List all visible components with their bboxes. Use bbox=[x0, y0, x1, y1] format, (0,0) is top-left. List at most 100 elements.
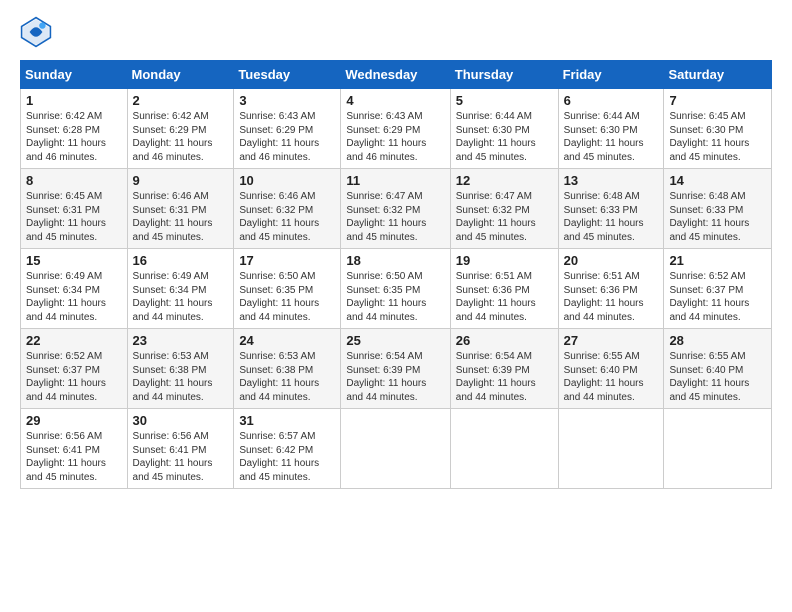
day-detail: Sunrise: 6:42 AMSunset: 6:29 PMDaylight:… bbox=[133, 111, 213, 163]
calendar-cell: 3 Sunrise: 6:43 AMSunset: 6:29 PMDayligh… bbox=[234, 89, 341, 169]
day-number: 26 bbox=[456, 333, 553, 348]
day-detail: Sunrise: 6:49 AMSunset: 6:34 PMDaylight:… bbox=[133, 271, 213, 323]
day-number: 1 bbox=[26, 93, 122, 108]
calendar-cell: 30 Sunrise: 6:56 AMSunset: 6:41 PMDaylig… bbox=[127, 409, 234, 489]
day-number: 15 bbox=[26, 253, 122, 268]
week-row-5: 29 Sunrise: 6:56 AMSunset: 6:41 PMDaylig… bbox=[21, 409, 772, 489]
day-detail: Sunrise: 6:46 AMSunset: 6:32 PMDaylight:… bbox=[239, 191, 319, 243]
day-number: 9 bbox=[133, 173, 229, 188]
day-number: 23 bbox=[133, 333, 229, 348]
day-detail: Sunrise: 6:43 AMSunset: 6:29 PMDaylight:… bbox=[346, 111, 426, 163]
calendar-cell: 10 Sunrise: 6:46 AMSunset: 6:32 PMDaylig… bbox=[234, 169, 341, 249]
day-detail: Sunrise: 6:48 AMSunset: 6:33 PMDaylight:… bbox=[669, 191, 749, 243]
day-detail: Sunrise: 6:52 AMSunset: 6:37 PMDaylight:… bbox=[26, 351, 106, 403]
calendar-cell: 5 Sunrise: 6:44 AMSunset: 6:30 PMDayligh… bbox=[450, 89, 558, 169]
calendar-cell: 16 Sunrise: 6:49 AMSunset: 6:34 PMDaylig… bbox=[127, 249, 234, 329]
day-number: 13 bbox=[564, 173, 659, 188]
calendar-cell: 31 Sunrise: 6:57 AMSunset: 6:42 PMDaylig… bbox=[234, 409, 341, 489]
day-number: 19 bbox=[456, 253, 553, 268]
week-row-4: 22 Sunrise: 6:52 AMSunset: 6:37 PMDaylig… bbox=[21, 329, 772, 409]
day-detail: Sunrise: 6:54 AMSunset: 6:39 PMDaylight:… bbox=[456, 351, 536, 403]
calendar-cell: 12 Sunrise: 6:47 AMSunset: 6:32 PMDaylig… bbox=[450, 169, 558, 249]
day-number: 14 bbox=[669, 173, 766, 188]
calendar-cell: 1 Sunrise: 6:42 AMSunset: 6:28 PMDayligh… bbox=[21, 89, 128, 169]
day-number: 7 bbox=[669, 93, 766, 108]
calendar-cell: 11 Sunrise: 6:47 AMSunset: 6:32 PMDaylig… bbox=[341, 169, 450, 249]
day-number: 2 bbox=[133, 93, 229, 108]
calendar-cell bbox=[341, 409, 450, 489]
day-detail: Sunrise: 6:45 AMSunset: 6:31 PMDaylight:… bbox=[26, 191, 106, 243]
week-row-1: 1 Sunrise: 6:42 AMSunset: 6:28 PMDayligh… bbox=[21, 89, 772, 169]
day-number: 4 bbox=[346, 93, 444, 108]
day-detail: Sunrise: 6:55 AMSunset: 6:40 PMDaylight:… bbox=[564, 351, 644, 403]
calendar-cell: 4 Sunrise: 6:43 AMSunset: 6:29 PMDayligh… bbox=[341, 89, 450, 169]
day-number: 11 bbox=[346, 173, 444, 188]
week-row-2: 8 Sunrise: 6:45 AMSunset: 6:31 PMDayligh… bbox=[21, 169, 772, 249]
calendar-cell: 13 Sunrise: 6:48 AMSunset: 6:33 PMDaylig… bbox=[558, 169, 664, 249]
calendar-cell: 6 Sunrise: 6:44 AMSunset: 6:30 PMDayligh… bbox=[558, 89, 664, 169]
calendar-cell: 29 Sunrise: 6:56 AMSunset: 6:41 PMDaylig… bbox=[21, 409, 128, 489]
day-detail: Sunrise: 6:51 AMSunset: 6:36 PMDaylight:… bbox=[456, 271, 536, 323]
day-detail: Sunrise: 6:46 AMSunset: 6:31 PMDaylight:… bbox=[133, 191, 213, 243]
logo bbox=[20, 16, 58, 48]
calendar-cell: 8 Sunrise: 6:45 AMSunset: 6:31 PMDayligh… bbox=[21, 169, 128, 249]
day-detail: Sunrise: 6:52 AMSunset: 6:37 PMDaylight:… bbox=[669, 271, 749, 323]
calendar-cell: 2 Sunrise: 6:42 AMSunset: 6:29 PMDayligh… bbox=[127, 89, 234, 169]
day-detail: Sunrise: 6:44 AMSunset: 6:30 PMDaylight:… bbox=[456, 111, 536, 163]
day-detail: Sunrise: 6:50 AMSunset: 6:35 PMDaylight:… bbox=[346, 271, 426, 323]
day-number: 27 bbox=[564, 333, 659, 348]
weekday-header-friday: Friday bbox=[558, 61, 664, 89]
weekday-header-monday: Monday bbox=[127, 61, 234, 89]
calendar-cell: 25 Sunrise: 6:54 AMSunset: 6:39 PMDaylig… bbox=[341, 329, 450, 409]
day-number: 24 bbox=[239, 333, 335, 348]
day-number: 25 bbox=[346, 333, 444, 348]
calendar-cell: 9 Sunrise: 6:46 AMSunset: 6:31 PMDayligh… bbox=[127, 169, 234, 249]
day-detail: Sunrise: 6:50 AMSunset: 6:35 PMDaylight:… bbox=[239, 271, 319, 323]
day-detail: Sunrise: 6:53 AMSunset: 6:38 PMDaylight:… bbox=[133, 351, 213, 403]
day-detail: Sunrise: 6:56 AMSunset: 6:41 PMDaylight:… bbox=[26, 431, 106, 483]
calendar-cell bbox=[664, 409, 772, 489]
calendar-cell: 23 Sunrise: 6:53 AMSunset: 6:38 PMDaylig… bbox=[127, 329, 234, 409]
day-number: 30 bbox=[133, 413, 229, 428]
day-detail: Sunrise: 6:55 AMSunset: 6:40 PMDaylight:… bbox=[669, 351, 749, 403]
calendar-cell: 15 Sunrise: 6:49 AMSunset: 6:34 PMDaylig… bbox=[21, 249, 128, 329]
day-number: 29 bbox=[26, 413, 122, 428]
day-number: 18 bbox=[346, 253, 444, 268]
day-detail: Sunrise: 6:48 AMSunset: 6:33 PMDaylight:… bbox=[564, 191, 644, 243]
day-detail: Sunrise: 6:47 AMSunset: 6:32 PMDaylight:… bbox=[346, 191, 426, 243]
weekday-header-row: SundayMondayTuesdayWednesdayThursdayFrid… bbox=[21, 61, 772, 89]
weekday-header-thursday: Thursday bbox=[450, 61, 558, 89]
calendar-cell: 27 Sunrise: 6:55 AMSunset: 6:40 PMDaylig… bbox=[558, 329, 664, 409]
day-detail: Sunrise: 6:56 AMSunset: 6:41 PMDaylight:… bbox=[133, 431, 213, 483]
calendar-cell: 24 Sunrise: 6:53 AMSunset: 6:38 PMDaylig… bbox=[234, 329, 341, 409]
day-detail: Sunrise: 6:54 AMSunset: 6:39 PMDaylight:… bbox=[346, 351, 426, 403]
day-number: 31 bbox=[239, 413, 335, 428]
day-detail: Sunrise: 6:42 AMSunset: 6:28 PMDaylight:… bbox=[26, 111, 106, 163]
calendar-cell: 18 Sunrise: 6:50 AMSunset: 6:35 PMDaylig… bbox=[341, 249, 450, 329]
day-detail: Sunrise: 6:57 AMSunset: 6:42 PMDaylight:… bbox=[239, 431, 319, 483]
header-area bbox=[20, 16, 772, 48]
day-detail: Sunrise: 6:49 AMSunset: 6:34 PMDaylight:… bbox=[26, 271, 106, 323]
calendar-cell: 20 Sunrise: 6:51 AMSunset: 6:36 PMDaylig… bbox=[558, 249, 664, 329]
day-number: 10 bbox=[239, 173, 335, 188]
day-number: 20 bbox=[564, 253, 659, 268]
calendar-cell: 28 Sunrise: 6:55 AMSunset: 6:40 PMDaylig… bbox=[664, 329, 772, 409]
calendar-cell: 17 Sunrise: 6:50 AMSunset: 6:35 PMDaylig… bbox=[234, 249, 341, 329]
weekday-header-tuesday: Tuesday bbox=[234, 61, 341, 89]
logo-icon bbox=[20, 16, 52, 48]
day-number: 17 bbox=[239, 253, 335, 268]
day-number: 21 bbox=[669, 253, 766, 268]
day-number: 8 bbox=[26, 173, 122, 188]
calendar-cell bbox=[450, 409, 558, 489]
day-number: 28 bbox=[669, 333, 766, 348]
calendar-cell: 21 Sunrise: 6:52 AMSunset: 6:37 PMDaylig… bbox=[664, 249, 772, 329]
calendar-cell: 14 Sunrise: 6:48 AMSunset: 6:33 PMDaylig… bbox=[664, 169, 772, 249]
day-detail: Sunrise: 6:47 AMSunset: 6:32 PMDaylight:… bbox=[456, 191, 536, 243]
calendar-cell bbox=[558, 409, 664, 489]
day-number: 6 bbox=[564, 93, 659, 108]
weekday-header-wednesday: Wednesday bbox=[341, 61, 450, 89]
day-detail: Sunrise: 6:53 AMSunset: 6:38 PMDaylight:… bbox=[239, 351, 319, 403]
day-detail: Sunrise: 6:45 AMSunset: 6:30 PMDaylight:… bbox=[669, 111, 749, 163]
weekday-header-saturday: Saturday bbox=[664, 61, 772, 89]
calendar-cell: 22 Sunrise: 6:52 AMSunset: 6:37 PMDaylig… bbox=[21, 329, 128, 409]
